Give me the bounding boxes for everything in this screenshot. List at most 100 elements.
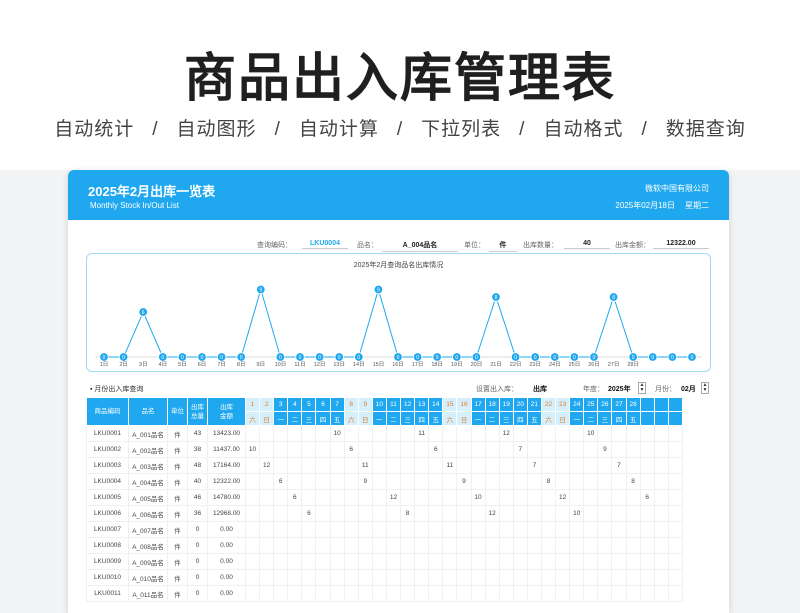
day-cell <box>498 489 514 506</box>
day-header: 10 <box>371 397 387 412</box>
day-header: 14 <box>428 397 444 412</box>
day-header: 4 <box>287 397 303 412</box>
day-cell <box>259 585 275 602</box>
feature-separator: / <box>641 119 648 140</box>
day-cell <box>273 521 289 538</box>
day-cell <box>555 537 571 554</box>
month-select[interactable]: 02月 <box>681 384 696 394</box>
day-cell <box>653 521 669 538</box>
day-cell <box>414 457 430 474</box>
data-label: 0 <box>475 355 478 361</box>
weekday-header: 四 <box>414 411 430 426</box>
day-cell <box>287 425 303 442</box>
year-select[interactable]: 2025年 <box>608 384 631 394</box>
day-cell <box>259 473 275 490</box>
cell-qty: 0 <box>187 553 208 570</box>
cell-code: LKU0001 <box>86 425 129 442</box>
day-cell <box>639 505 655 522</box>
day-cell <box>371 505 387 522</box>
x-tick-label: 3日 <box>139 361 148 368</box>
weekday-header: 二 <box>287 411 303 426</box>
day-cell <box>512 457 528 474</box>
day-header: 26 <box>597 397 613 412</box>
day-cell <box>484 537 500 554</box>
day-cell <box>244 521 261 538</box>
day-cell <box>639 537 655 554</box>
current-date: 2025年02月18日 星期二 <box>615 201 709 210</box>
day-cell <box>343 473 359 490</box>
day-cell: 9 <box>357 473 373 490</box>
cell-amount: 13423.00 <box>207 425 246 442</box>
day-cell <box>667 585 683 602</box>
day-cell <box>428 473 444 490</box>
table-row: LKU0004 A_004品名件 40 12322.00 6 9 9 8 8 <box>86 473 683 490</box>
feature-separator: / <box>519 119 526 140</box>
day-header: 20 <box>512 397 528 412</box>
day-cell <box>442 425 458 442</box>
day-cell <box>287 457 303 474</box>
day-cell <box>287 441 303 458</box>
code-input[interactable]: LKU0004 <box>302 240 348 249</box>
day-cell <box>400 553 416 570</box>
day-cell <box>287 505 303 522</box>
day-cell <box>555 473 571 490</box>
day-cell <box>273 441 289 458</box>
amount-label: 出库金额： <box>615 242 650 249</box>
day-cell <box>259 489 275 506</box>
day-cell <box>442 585 458 602</box>
day-cell <box>244 505 261 522</box>
day-cell <box>259 569 275 586</box>
year-spinner[interactable]: ▲ ▼ <box>638 382 646 394</box>
cell-code: LKU0005 <box>86 489 129 506</box>
day-cell <box>653 441 669 458</box>
x-tick-label: 25日 <box>569 361 581 368</box>
day-cell <box>484 425 500 442</box>
day-cell <box>371 569 387 586</box>
day-header: 24 <box>569 397 585 412</box>
day-cell <box>653 585 669 602</box>
cell-amount: 14780.00 <box>207 489 246 506</box>
x-tick-label: 10日 <box>275 361 287 368</box>
sheet-banner: 2025年2月出库一览表 Monthly Stock In/Out List 微… <box>68 170 729 220</box>
weekday-header: 四 <box>512 411 528 426</box>
day-cell <box>526 537 542 554</box>
cell-qty: 40 <box>187 473 208 490</box>
mode-select[interactable]: 出库 <box>533 384 547 394</box>
day-cell <box>442 521 458 538</box>
day-cell <box>512 473 528 490</box>
day-header: 23 <box>555 397 571 412</box>
day-cell: 12 <box>498 425 514 442</box>
day-cell <box>540 425 557 442</box>
cell-unit: 件 <box>167 537 188 554</box>
day-cell <box>273 537 289 554</box>
column-header-qty: 出库 总量 <box>187 397 208 426</box>
day-cell <box>667 553 683 570</box>
day-cell <box>442 537 458 554</box>
cell-unit: 件 <box>167 457 188 474</box>
day-cell <box>583 505 599 522</box>
cell-name: A_002品名 <box>128 441 168 458</box>
cell-amount: 17164.00 <box>207 457 246 474</box>
day-cell <box>371 441 387 458</box>
data-label: 0 <box>318 355 321 361</box>
day-cell <box>244 473 261 490</box>
day-header: 21 <box>526 397 542 412</box>
day-cell <box>569 521 585 538</box>
day-cell <box>428 553 444 570</box>
month-spinner[interactable]: ▲ ▼ <box>701 382 709 394</box>
day-cell <box>301 521 317 538</box>
day-header: 11 <box>385 397 402 412</box>
cell-code: LKU0002 <box>86 441 129 458</box>
day-cell <box>287 537 303 554</box>
day-cell <box>329 537 345 554</box>
day-cell <box>540 537 557 554</box>
table-row: LKU0002 A_002品名件 38 11437.00 10 6 6 7 9 <box>86 441 683 458</box>
day-cell <box>667 473 683 490</box>
day-cell <box>625 585 641 602</box>
cell-name: A_001品名 <box>128 425 168 442</box>
day-cell <box>259 441 275 458</box>
day-cell <box>273 585 289 602</box>
cell-code: LKU0011 <box>86 585 129 602</box>
amount-value: 12322.00 <box>653 240 709 249</box>
day-cell <box>385 505 402 522</box>
